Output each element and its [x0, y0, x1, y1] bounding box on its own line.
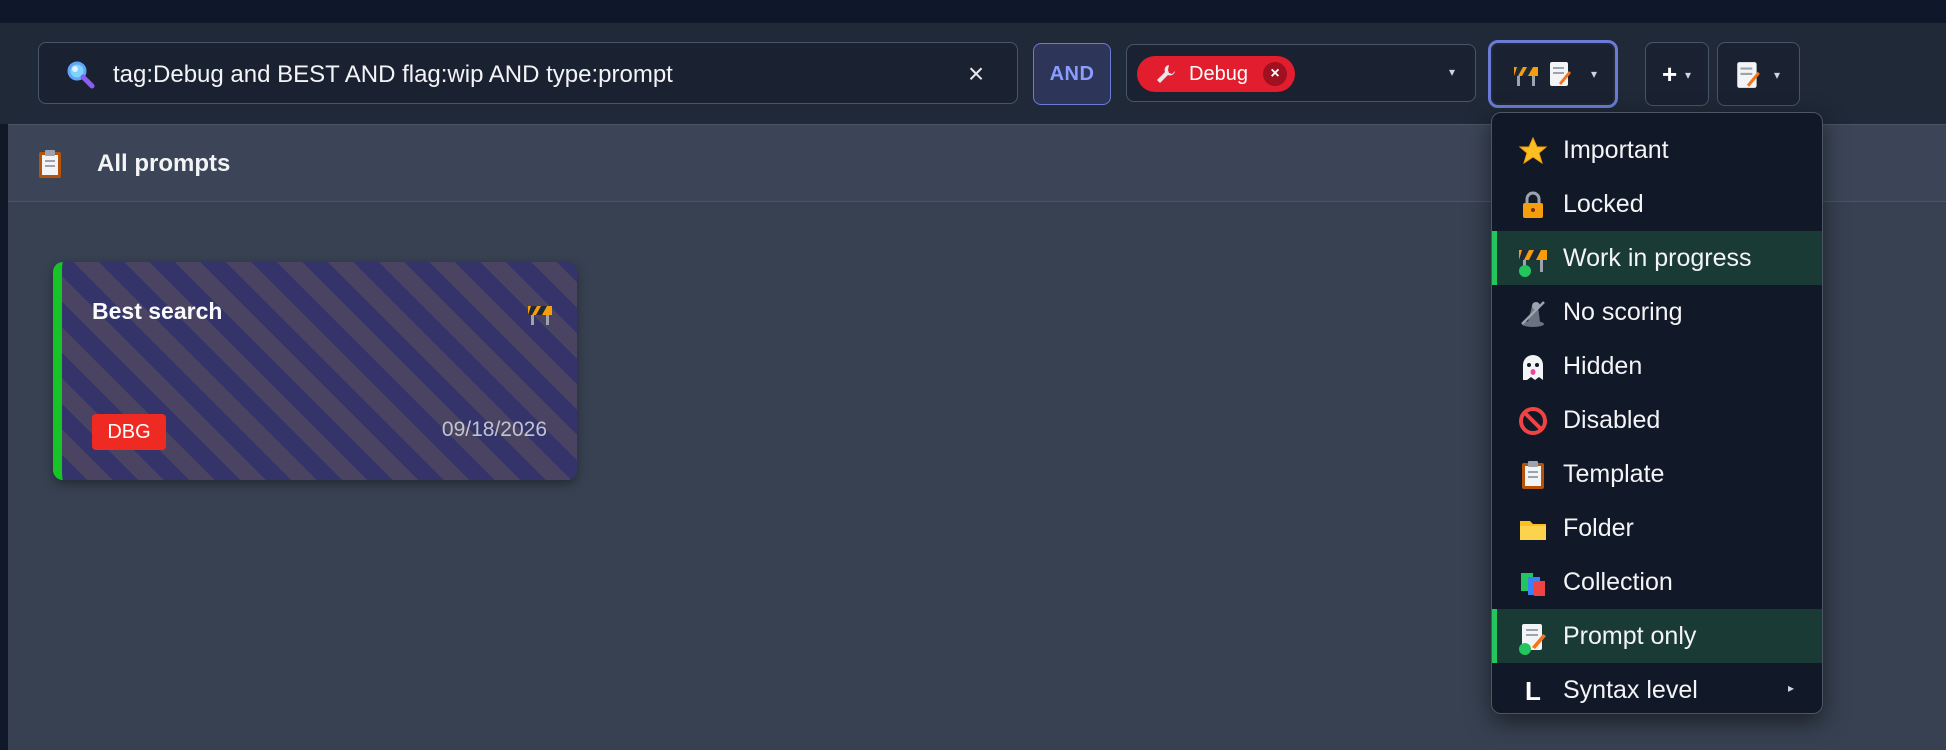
active-indicator-dot — [1519, 643, 1531, 655]
flag-filter-menu: Important Locked Work in progress No sco… — [1491, 112, 1823, 714]
menu-item-locked[interactable]: Locked — [1492, 177, 1822, 231]
syntax-level-icon: L — [1525, 676, 1541, 706]
window-top-strip — [0, 0, 1946, 24]
search-input[interactable]: tag:Debug and BEST AND flag:wip AND type… — [38, 42, 1018, 104]
operator-and-button[interactable]: AND — [1033, 43, 1111, 105]
lock-icon — [1523, 191, 1543, 218]
prompt-card[interactable]: Best search DBG 09/18/2026 — [53, 262, 577, 480]
chevron-down-icon: ▾ — [1685, 68, 1692, 82]
memo-icon — [1550, 62, 1571, 86]
prohibited-icon — [1519, 407, 1547, 435]
menu-item-prompt-only[interactable]: Prompt only — [1492, 609, 1822, 663]
clipboard-icon — [39, 150, 61, 178]
menu-item-label: Template — [1563, 460, 1665, 488]
menu-item-label: Folder — [1563, 514, 1634, 542]
menu-item-syntax-level[interactable]: L Syntax level ▸ — [1492, 663, 1822, 717]
chevron-down-icon: ▾ — [1448, 65, 1455, 79]
menu-item-label: Locked — [1563, 190, 1644, 218]
menu-item-label: Collection — [1563, 568, 1673, 596]
memo-icon — [1737, 62, 1760, 88]
star-icon — [1518, 136, 1548, 165]
menu-item-label: Syntax level — [1563, 676, 1698, 704]
menu-item-label: Important — [1563, 136, 1669, 164]
plus-icon: + — [1662, 59, 1678, 89]
chevron-down-icon: ▾ — [1774, 68, 1781, 82]
ghost-icon — [1523, 355, 1543, 380]
menu-item-label: Prompt only — [1563, 622, 1697, 650]
menu-item-label: Disabled — [1563, 406, 1661, 434]
page-title: All prompts — [97, 150, 231, 177]
chevron-down-icon: ▾ — [1591, 67, 1598, 81]
menu-item-label: Work in progress — [1563, 244, 1752, 272]
tag-chip-debug: Debug × — [1137, 56, 1295, 92]
flag-filter-dropdown[interactable]: ▾ — [1488, 40, 1618, 108]
books-icon — [1521, 573, 1545, 596]
tag-filter-select[interactable]: Debug × ▾ — [1126, 44, 1476, 102]
clipboard-icon — [1522, 461, 1544, 489]
no-scoring-icon — [1521, 301, 1545, 327]
menu-item-hidden[interactable]: Hidden — [1492, 339, 1822, 393]
construction-barrier-icon — [528, 306, 552, 325]
type-filter-button[interactable]: ▾ — [1717, 42, 1800, 106]
menu-item-collection[interactable]: Collection — [1492, 555, 1822, 609]
menu-item-label: No scoring — [1563, 298, 1683, 326]
filter-toolbar: tag:Debug and BEST AND flag:wip AND type… — [0, 24, 1946, 124]
construction-barrier-icon — [1514, 67, 1538, 86]
card-date: 09/18/2026 — [441, 418, 547, 441]
tag-chip-label: Debug — [1189, 62, 1248, 85]
menu-item-disabled[interactable]: Disabled — [1492, 393, 1822, 447]
menu-item-template[interactable]: Template — [1492, 447, 1822, 501]
submenu-arrow-icon: ▸ — [1787, 681, 1794, 695]
menu-item-folder[interactable]: Folder — [1492, 501, 1822, 555]
menu-item-important[interactable]: Important — [1492, 123, 1822, 177]
active-indicator-dot — [1519, 265, 1531, 277]
remove-tag-button[interactable]: × — [1263, 62, 1287, 86]
search-query-text[interactable]: tag:Debug and BEST AND flag:wip AND type… — [113, 61, 673, 89]
search-icon — [67, 61, 95, 89]
menu-item-label: Hidden — [1563, 352, 1643, 380]
menu-item-no-scoring[interactable]: No scoring — [1492, 285, 1822, 339]
menu-item-work-in-progress[interactable]: Work in progress — [1492, 231, 1822, 285]
clear-search-icon[interactable]: × — [963, 59, 989, 89]
card-title: Best search — [92, 298, 223, 324]
folder-icon — [1520, 521, 1546, 540]
add-button[interactable]: + ▾ — [1645, 42, 1709, 106]
tag-badge: DBG — [92, 414, 166, 450]
wrench-icon — [1157, 65, 1175, 83]
